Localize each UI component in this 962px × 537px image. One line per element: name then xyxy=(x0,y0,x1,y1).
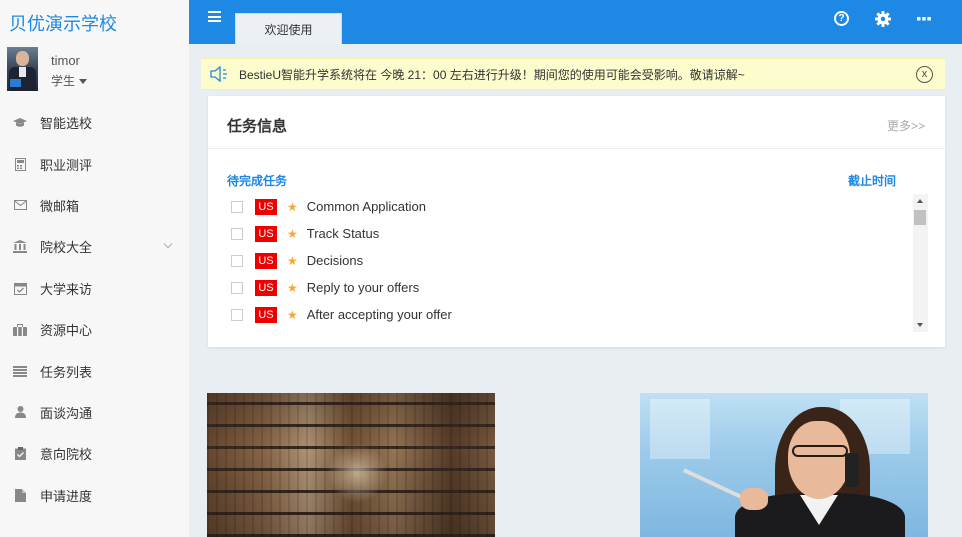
sidebar-item-label: 大学来访 xyxy=(40,281,93,297)
deadline-header[interactable]: 截止时间 xyxy=(848,172,896,189)
library-bookshelf-image[interactable] xyxy=(207,393,495,537)
star-icon: ★ xyxy=(287,199,298,214)
task-checkbox[interactable] xyxy=(231,227,243,240)
task-checkbox[interactable] xyxy=(231,281,243,294)
star-icon: ★ xyxy=(287,280,298,295)
task-row: US ★ Track Status xyxy=(231,220,911,247)
task-list: US ★ Common Application US ★ Track Statu… xyxy=(231,193,911,328)
sidebar-item-mail[interactable]: 微邮箱 xyxy=(0,185,189,226)
task-row: US ★ Common Application xyxy=(231,193,911,220)
sidebar-item-label: 意向院校 xyxy=(40,447,93,463)
envelope-icon xyxy=(13,198,27,212)
task-row: US ★ Reply to your offers xyxy=(231,274,911,301)
businesswoman-phone-image[interactable] xyxy=(640,393,928,537)
notice-banner: BestieU智能升学系统将在 今晚 21：00 左右进行升级！期间您的使用可能… xyxy=(201,58,945,90)
star-icon: ★ xyxy=(287,253,298,268)
sidebar-item-target-schools[interactable]: 意向院校 xyxy=(0,433,189,474)
hamburger-menu-icon[interactable] xyxy=(208,11,221,22)
scroll-down-arrow-icon[interactable] xyxy=(917,323,923,327)
more-icon[interactable] xyxy=(916,11,932,27)
user-profile: timor 学生 xyxy=(7,47,187,93)
calculator-icon xyxy=(13,157,27,171)
pending-tasks-header[interactable]: 待完成任务 xyxy=(227,172,287,189)
country-tag: US xyxy=(255,225,277,242)
graduation-cap-icon xyxy=(13,116,27,130)
sidebar-item-label: 任务列表 xyxy=(40,364,93,380)
sidebar-item-university-directory[interactable]: 院校大全 xyxy=(0,226,189,267)
file-icon xyxy=(13,488,27,502)
task-name-link[interactable]: Reply to your offers xyxy=(307,280,419,295)
clipboard-check-icon xyxy=(13,447,27,461)
task-row: US ★ After accepting your offer xyxy=(231,301,911,328)
chevron-down-icon xyxy=(163,239,173,249)
gear-icon[interactable] xyxy=(875,11,891,27)
sidebar: 贝优演示学校 timor 学生 智能选校 职业测评 微邮箱 院校大全 大学来访 … xyxy=(0,0,189,537)
sidebar-item-label: 申请进度 xyxy=(40,488,93,504)
list-icon xyxy=(13,364,27,378)
task-checkbox[interactable] xyxy=(231,200,243,213)
caret-down-icon xyxy=(79,79,88,85)
speaker-icon xyxy=(209,64,231,84)
task-name-link[interactable]: Decisions xyxy=(307,253,363,268)
task-checkbox[interactable] xyxy=(231,254,243,267)
briefcase-icon xyxy=(13,323,27,337)
notice-text: BestieU智能升学系统将在 今晚 21：00 左右进行升级！期间您的使用可能… xyxy=(239,67,745,82)
country-tag: US xyxy=(255,279,277,296)
sidebar-item-university-visits[interactable]: 大学来访 xyxy=(0,268,189,309)
sidebar-item-resource-center[interactable]: 资源中心 xyxy=(0,309,189,350)
sidebar-item-task-list[interactable]: 任务列表 xyxy=(0,350,189,391)
scroll-up-arrow-icon[interactable] xyxy=(917,199,923,203)
divider xyxy=(208,148,945,149)
more-link[interactable]: 更多>> xyxy=(887,117,925,134)
star-icon: ★ xyxy=(287,307,298,322)
country-tag: US xyxy=(255,252,277,269)
sidebar-item-label: 职业测评 xyxy=(40,157,93,173)
country-tag: US xyxy=(255,306,277,323)
main-content: BestieU智能升学系统将在 今晚 21：00 左右进行升级！期间您的使用可能… xyxy=(189,44,962,537)
sidebar-item-application-progress[interactable]: 申请进度 xyxy=(0,475,189,516)
school-brand[interactable]: 贝优演示学校 xyxy=(9,10,117,36)
card-title: 任务信息 xyxy=(227,118,288,135)
task-list-scrollbar[interactable] xyxy=(913,194,928,332)
user-icon xyxy=(13,405,27,419)
sidebar-item-label: 院校大全 xyxy=(40,240,93,256)
scroll-thumb[interactable] xyxy=(914,210,926,225)
calendar-check-icon xyxy=(13,281,27,295)
tab-welcome[interactable]: 欢迎使用 xyxy=(235,13,342,44)
role-dropdown[interactable]: 学生 xyxy=(51,72,88,89)
sidebar-item-label: 智能选校 xyxy=(40,116,93,132)
sidebar-item-smart-school-selection[interactable]: 智能选校 xyxy=(0,102,189,143)
task-name-link[interactable]: Common Application xyxy=(307,199,426,214)
sidebar-item-label: 资源中心 xyxy=(40,323,93,339)
sidebar-nav: 智能选校 职业测评 微邮箱 院校大全 大学来访 资源中心 任务列表 面谈沟通 意… xyxy=(0,102,189,516)
task-name-link[interactable]: After accepting your offer xyxy=(307,307,452,322)
username: timor xyxy=(51,53,80,68)
institution-icon xyxy=(13,240,27,254)
star-icon: ★ xyxy=(287,226,298,241)
sidebar-item-career-assessment[interactable]: 职业测评 xyxy=(0,143,189,184)
task-name-link[interactable]: Track Status xyxy=(307,226,379,241)
sidebar-item-label: 面谈沟通 xyxy=(40,405,93,421)
task-info-card: 任务信息 更多>> 待完成任务 截止时间 US ★ Common Applica… xyxy=(208,96,945,347)
close-icon[interactable]: x xyxy=(916,66,933,83)
role-label: 学生 xyxy=(51,74,76,88)
task-row: US ★ Decisions xyxy=(231,247,911,274)
top-bar: 欢迎使用 ? xyxy=(189,0,962,44)
sidebar-item-label: 微邮箱 xyxy=(40,198,80,214)
help-icon[interactable]: ? xyxy=(834,11,849,26)
avatar[interactable] xyxy=(7,47,38,91)
task-checkbox[interactable] xyxy=(231,308,243,321)
country-tag: US xyxy=(255,198,277,215)
sidebar-item-interview-communication[interactable]: 面谈沟通 xyxy=(0,392,189,433)
